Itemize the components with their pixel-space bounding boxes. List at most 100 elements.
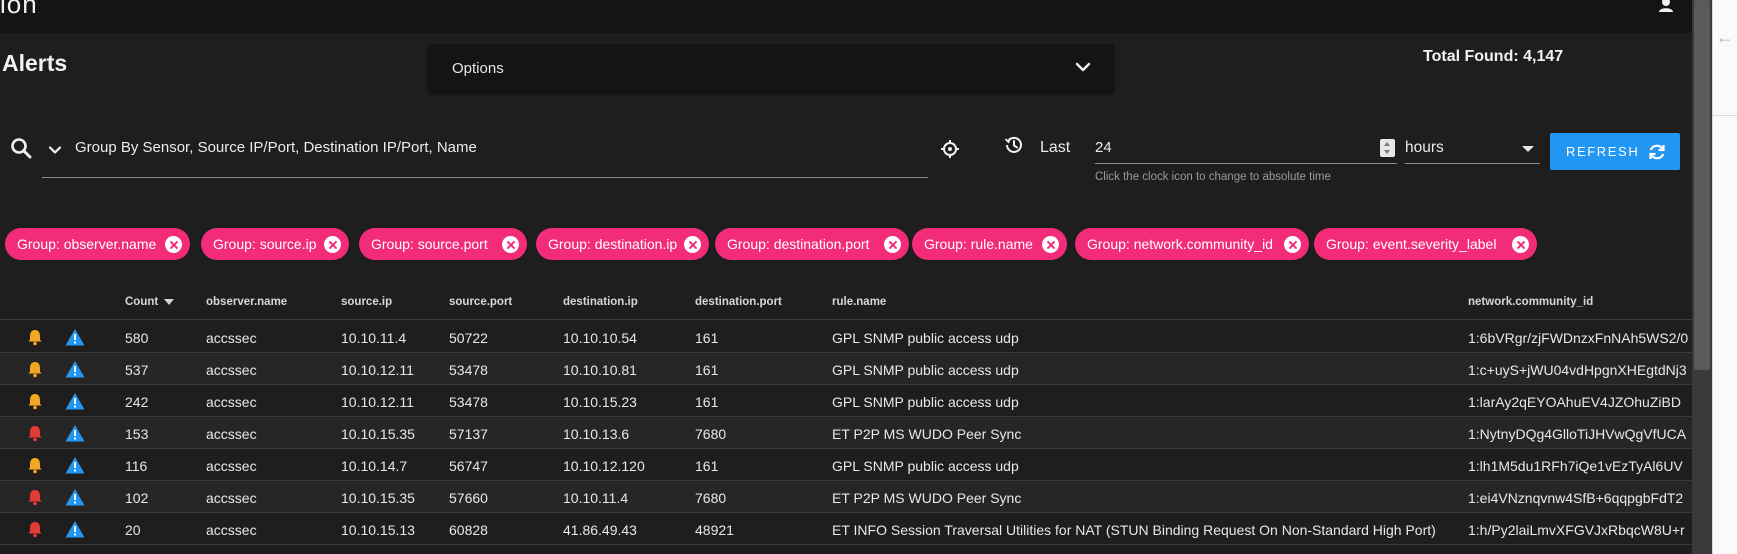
sort-descending-icon[interactable] [164,298,175,305]
brand-logo-text[interactable]: ion [0,0,38,20]
chip-group-destination-ip[interactable]: Group: destination.ip [536,228,709,260]
observer-cell: accssec [206,330,257,346]
warning-triangle-icon[interactable] [65,520,85,538]
chip-group-observer-name[interactable]: Group: observer.name [5,228,190,260]
close-icon[interactable] [1512,236,1529,253]
chip-group-source-port[interactable]: Group: source.port [359,228,527,260]
close-icon[interactable] [1042,236,1059,253]
warning-triangle-icon[interactable] [65,392,85,410]
user-icon[interactable] [1656,0,1676,12]
warning-triangle-icon[interactable] [65,424,85,442]
bell-icon[interactable] [26,328,44,346]
chip-group-source-ip[interactable]: Group: source.ip [201,228,349,260]
source-ip-cell: 10.10.14.7 [341,458,408,474]
count-cell: 242 [125,394,149,410]
time-unit-select[interactable]: hours [1405,131,1540,164]
column-header-destination-port[interactable]: destination.port [695,296,782,308]
warning-triangle-icon[interactable] [65,488,85,506]
side-panel-divider [1712,115,1737,116]
source-port-cell: 53478 [449,362,488,378]
close-icon[interactable] [1284,236,1301,253]
rule-name-cell: GPL SNMP public access udp [832,458,1019,474]
count-cell: 116 [125,458,148,474]
destination-port-cell: 161 [695,394,719,410]
source-port-cell: 57137 [449,426,488,442]
number-spinner-icon[interactable] [1380,139,1395,157]
chip-group-network-community-id[interactable]: Group: network.community_id [1075,228,1309,260]
source-port-cell: 50722 [449,330,488,346]
crosshair-icon[interactable] [940,139,960,159]
refresh-button[interactable]: REFRESH [1550,133,1680,170]
options-panel[interactable]: Options [428,44,1114,92]
column-header-rule-name[interactable]: rule.name [832,296,886,308]
chip-group-event-severity-label[interactable]: Group: event.severity_label [1314,228,1537,260]
warning-triangle-icon[interactable] [65,360,85,378]
chip-group-rule-name[interactable]: Group: rule.name [912,228,1067,260]
destination-ip-cell: 10.10.15.23 [563,394,637,410]
chip-group-destination-port[interactable]: Group: destination.port [715,228,909,260]
close-icon[interactable] [165,236,182,253]
bell-icon[interactable] [26,520,44,538]
community-id-cell: 1:h/Py2laiLmvXFGVJxRbqcW8U+r [1468,522,1685,538]
bell-icon[interactable] [26,392,44,410]
bell-icon[interactable] [26,488,44,506]
column-header-network-community-id[interactable]: network.community_id [1468,296,1593,308]
chip-label: Group: observer.name [17,236,157,252]
destination-ip-cell: 41.86.49.43 [563,522,637,538]
destination-ip-cell: 10.10.10.54 [563,330,637,346]
observer-cell: accssec [206,458,257,474]
source-port-cell: 57660 [449,490,488,506]
warning-triangle-icon[interactable] [65,456,85,474]
destination-port-cell: 7680 [695,490,727,506]
table-row[interactable]: 102 accssec 10.10.15.35 57660 10.10.11.4 7680… [0,481,1692,513]
chevron-down-icon[interactable] [1074,58,1092,76]
community-id-cell: 1:larAy2qEYOAhuEV4JZOhuZiBD [1468,394,1681,410]
warning-triangle-icon[interactable] [65,328,85,346]
scrollbar-thumb[interactable] [1694,0,1710,370]
count-cell: 20 [125,522,141,538]
destination-port-cell: 7680 [695,426,727,442]
refresh-button-label: REFRESH [1566,144,1640,159]
chip-label: Group: network.community_id [1087,236,1273,252]
count-cell: 153 [125,426,149,442]
destination-ip-cell: 10.10.13.6 [563,426,630,442]
table-row[interactable]: 153 accssec 10.10.15.35 57137 10.10.13.6 7680… [0,417,1692,449]
total-found: Total Found: 4,147 [1423,48,1564,65]
community-id-cell: 1:NytnyDQg4GlloTiJHVwQgVfUCA [1468,426,1687,442]
bell-icon[interactable] [26,360,44,378]
bell-icon[interactable] [26,424,44,442]
column-header-source-port[interactable]: source.port [449,296,512,308]
time-amount-input[interactable]: 24 [1095,131,1397,164]
search-input[interactable]: Group By Sensor, Source IP/Port, Destina… [42,130,928,178]
column-header-destination-ip[interactable]: destination.ip [563,296,638,308]
column-header-source-ip[interactable]: source.ip [341,296,392,308]
source-ip-cell: 10.10.12.11 [341,394,414,410]
table-row[interactable]: 242 accssec 10.10.12.11 53478 10.10.15.23 161… [0,385,1692,417]
close-icon[interactable] [884,236,901,253]
history-clock-icon[interactable] [1004,135,1024,155]
close-icon[interactable] [324,236,341,253]
table-row[interactable]: 537 accssec 10.10.12.11 53478 10.10.10.81 161… [0,353,1692,385]
close-icon[interactable] [502,236,519,253]
last-label: Last [1040,139,1071,156]
refresh-icon [1649,144,1665,160]
top-bar: ion [0,0,1692,33]
search-icon[interactable] [10,137,32,159]
back-arrow-icon[interactable]: ← [1716,27,1734,48]
bell-icon[interactable] [26,456,44,474]
destination-ip-cell: 10.10.10.81 [563,362,637,378]
destination-port-cell: 161 [695,330,719,346]
source-ip-cell: 10.10.15.13 [341,522,415,538]
close-icon[interactable] [684,236,701,253]
source-ip-cell: 10.10.12.11 [341,362,414,378]
table-row[interactable]: 20 accssec 10.10.15.13 60828 41.86.49.43 4892… [0,513,1692,545]
community-id-cell: 1:c+uyS+jWU04vdHpgnXHEgtdNj3 [1468,362,1687,378]
column-header-observer-name[interactable]: observer.name [206,296,287,308]
column-header-count[interactable]: Count [125,296,175,308]
source-port-cell: 60828 [449,522,488,538]
table-row[interactable]: 580 accssec 10.10.11.4 50722 10.10.10.54 161 G… [0,321,1692,353]
destination-port-cell: 161 [695,362,719,378]
rule-name-cell: GPL SNMP public access udp [832,394,1019,410]
rule-name-cell: GPL SNMP public access udp [832,362,1019,378]
table-row[interactable]: 116 accssec 10.10.14.7 56747 10.10.12.120 161… [0,449,1692,481]
